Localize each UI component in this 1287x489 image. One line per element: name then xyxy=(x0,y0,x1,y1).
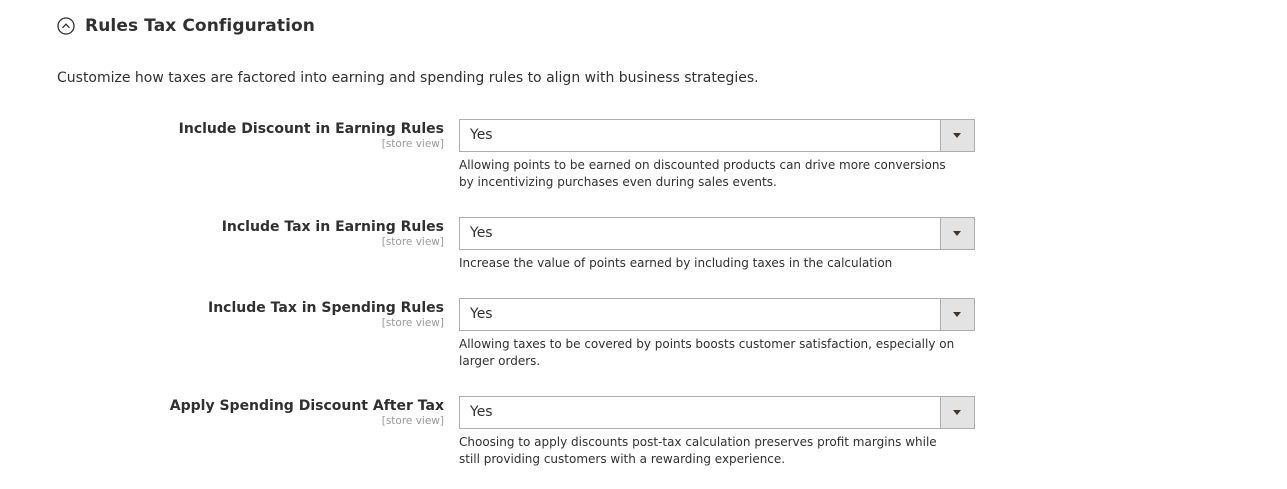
include-tax-earning-select[interactable]: Yes xyxy=(459,217,975,250)
select-value: Yes xyxy=(470,404,493,420)
field-label: Apply Spending Discount After Tax [store… xyxy=(170,396,444,427)
field-label: Include Tax in Earning Rules [store view… xyxy=(222,217,444,248)
dropdown-arrow-button[interactable] xyxy=(940,218,974,249)
dropdown-arrow-button[interactable] xyxy=(940,397,974,428)
field-label-text: Include Discount in Earning Rules xyxy=(178,121,444,137)
include-tax-spending-select[interactable]: Yes xyxy=(459,298,975,331)
scope-label: [store view] xyxy=(381,317,444,329)
chevron-down-icon xyxy=(953,231,961,236)
field-note: Increase the value of points earned by i… xyxy=(459,256,893,270)
field-label: Include Tax in Spending Rules [store vie… xyxy=(208,298,444,329)
chevron-down-icon xyxy=(953,410,961,415)
field-label: Include Discount in Earning Rules [store… xyxy=(179,119,444,150)
apply-spending-discount-after-tax-select[interactable]: Yes xyxy=(459,396,975,429)
chevron-down-icon xyxy=(953,312,961,317)
select-value: Yes xyxy=(470,225,493,241)
chevron-up-circle-icon[interactable] xyxy=(57,17,75,35)
chevron-down-icon xyxy=(953,133,961,138)
field-note: Allowing points to be earned on discount… xyxy=(459,158,946,189)
select-value: Yes xyxy=(470,306,493,322)
field-label-text: Include Tax in Earning Rules xyxy=(221,219,444,235)
dropdown-arrow-button[interactable] xyxy=(940,120,974,151)
field-label-text: Apply Spending Discount After Tax xyxy=(169,398,444,414)
section-description: Customize how taxes are factored into ea… xyxy=(57,70,759,86)
dropdown-arrow-button[interactable] xyxy=(940,299,974,330)
field-note: Allowing taxes to be covered by points b… xyxy=(459,337,955,368)
scope-label: [store view] xyxy=(381,138,444,150)
section-title: Rules Tax Configuration xyxy=(85,16,315,36)
scope-label: [store view] xyxy=(381,236,444,248)
scope-label: [store view] xyxy=(381,415,444,427)
field-label-text: Include Tax in Spending Rules xyxy=(208,300,444,316)
select-value: Yes xyxy=(470,127,493,143)
section-header-toggle[interactable]: Rules Tax Configuration xyxy=(57,16,315,36)
include-discount-earning-select[interactable]: Yes xyxy=(459,119,975,152)
field-note: Choosing to apply discounts post-tax cal… xyxy=(459,435,937,466)
